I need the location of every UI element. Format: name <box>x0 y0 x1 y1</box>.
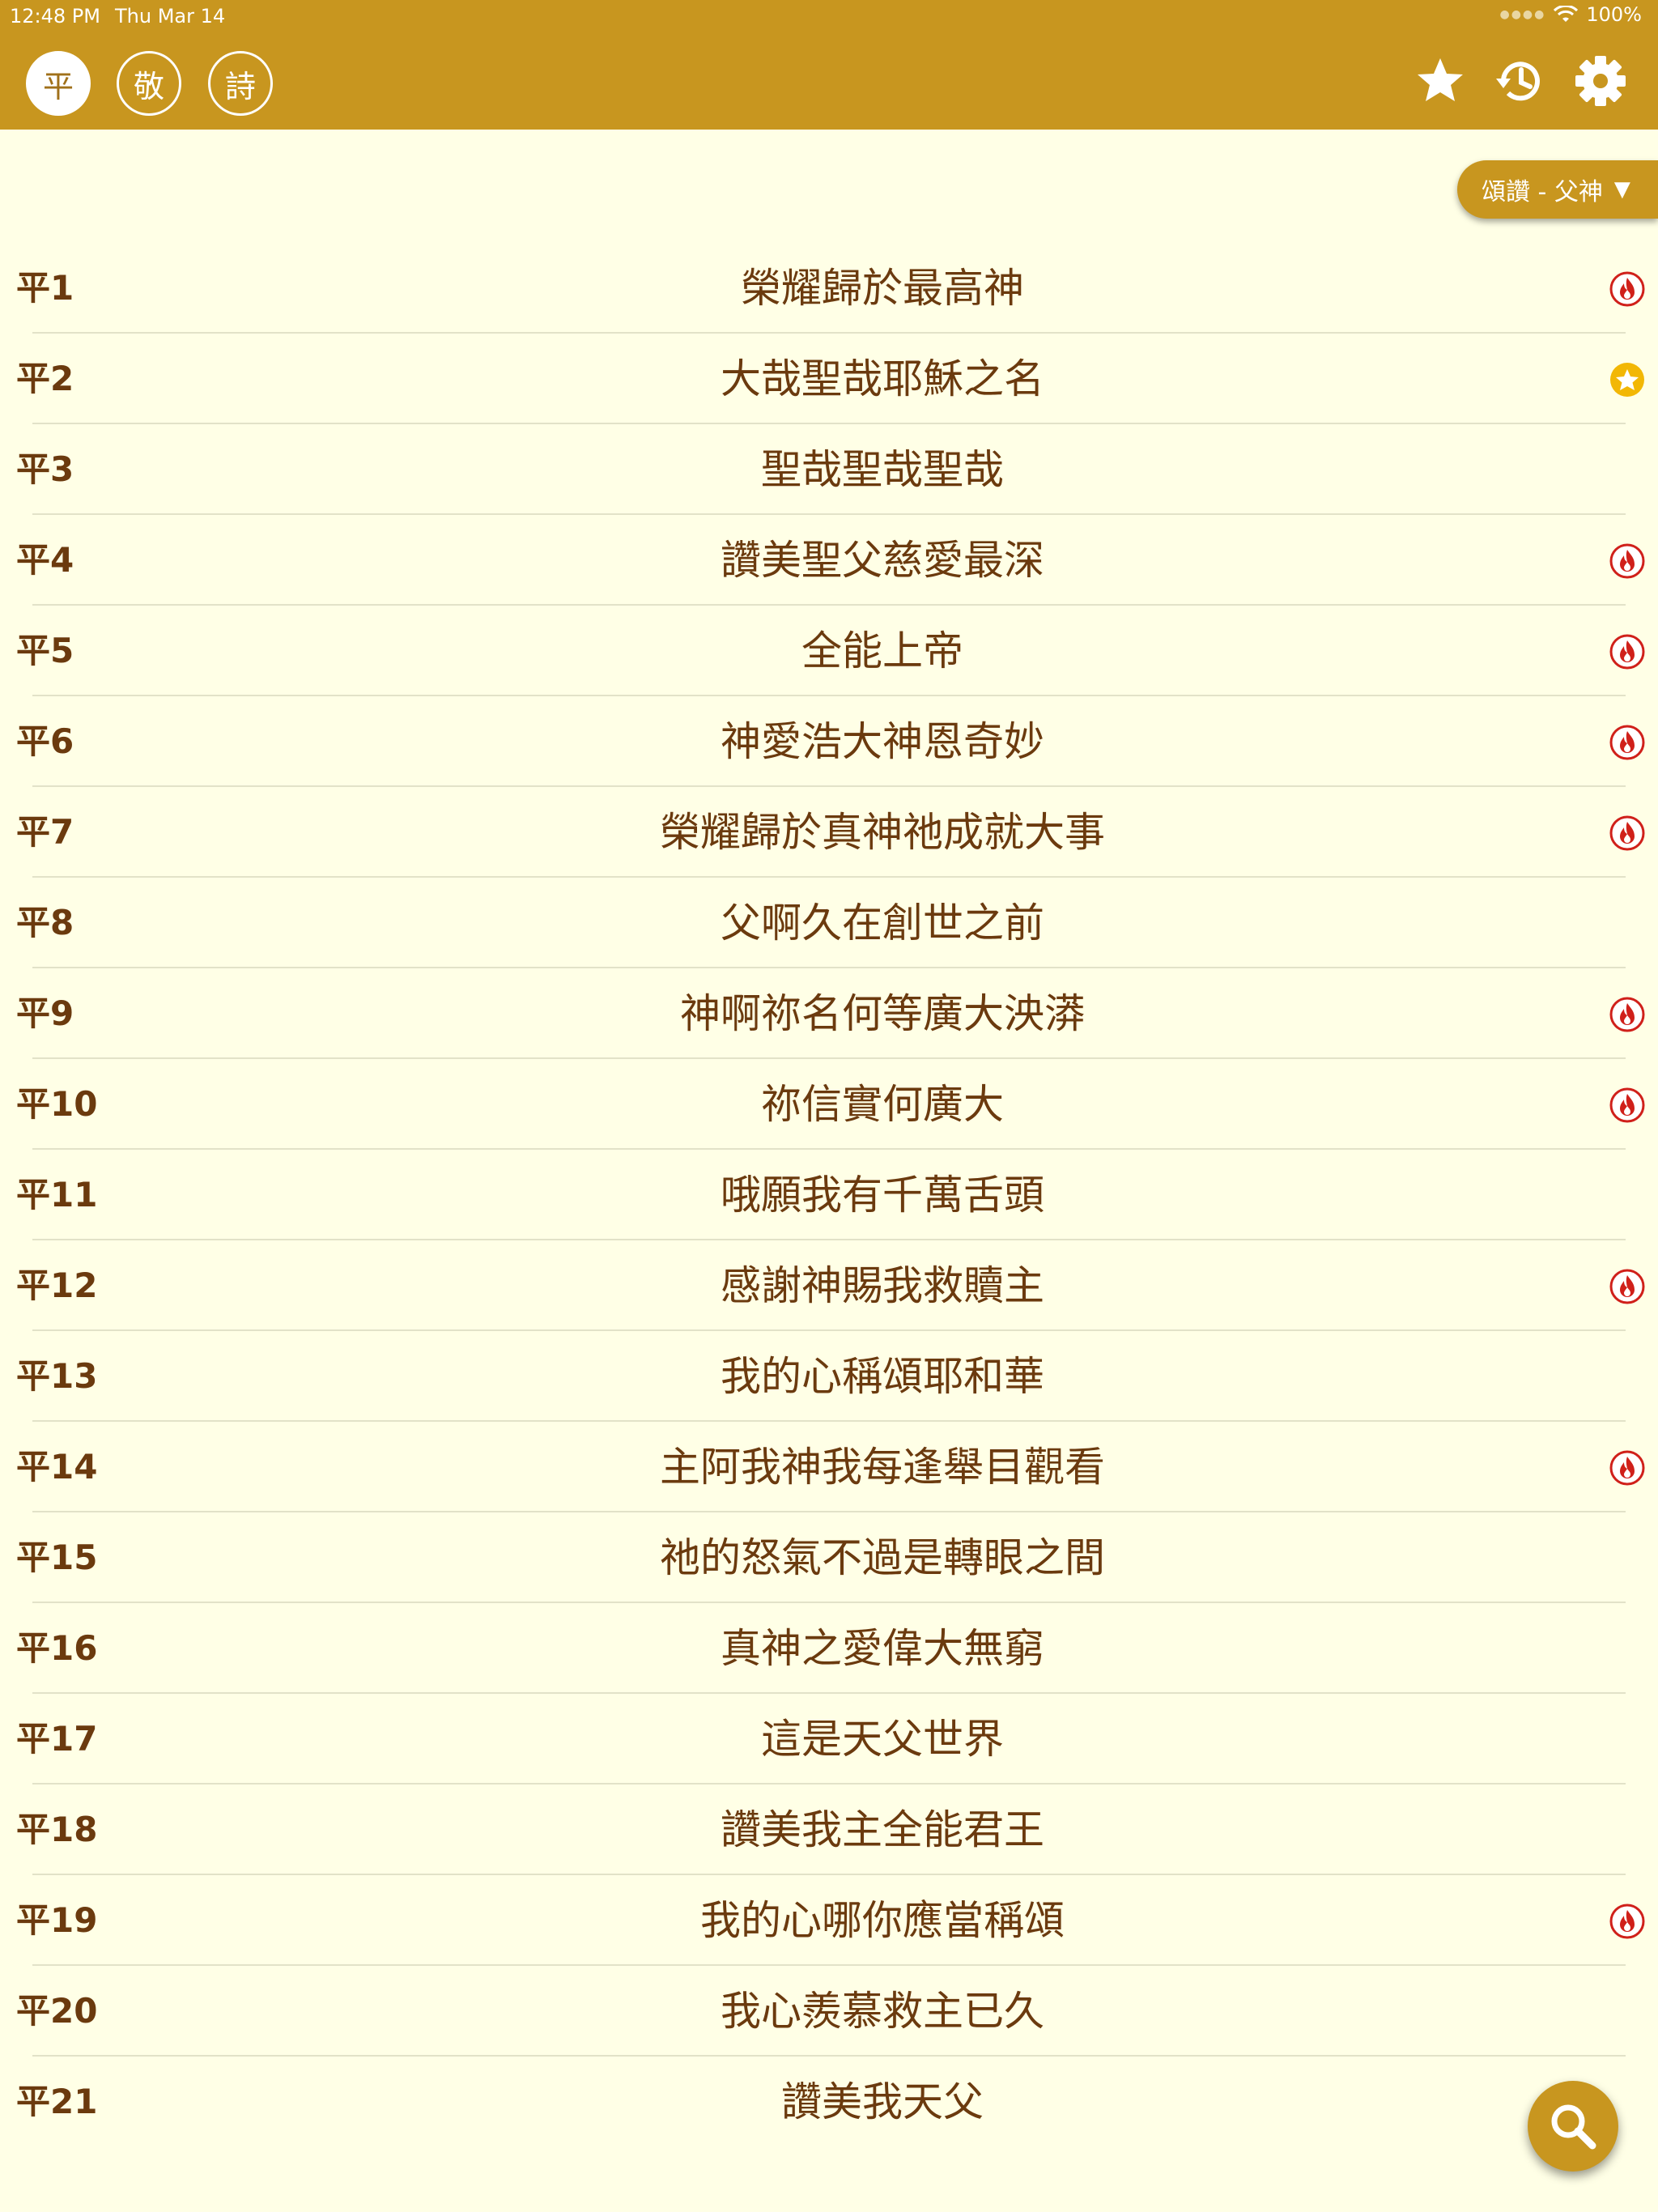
fire-icon <box>1609 1450 1645 1486</box>
hymn-number: 平2 <box>16 359 74 398</box>
hymn-title: 聖哉聖哉聖哉 <box>761 446 1004 493</box>
hymn-number: 平16 <box>16 1628 98 1668</box>
hymn-number: 平4 <box>16 540 74 580</box>
hymn-row[interactable]: 平10 祢信實何廣大 <box>0 1059 1658 1150</box>
hymn-title: 祢信實何廣大 <box>761 1081 1004 1128</box>
hymn-row[interactable]: 平12 感謝神賜我救贖主 <box>0 1240 1658 1331</box>
top-bar: 12:48 PM Thu Mar 14 ●●●● 100% 平 敬 詩 <box>0 0 1658 130</box>
hymn-row[interactable]: 平14 主阿我神我每逢舉目觀看 <box>0 1422 1658 1512</box>
status-indicators: ●●●● 100% <box>1500 3 1643 26</box>
hymn-row[interactable]: 平2 大哉聖哉耶穌之名 <box>0 334 1658 424</box>
hymn-number: 平14 <box>16 1447 98 1487</box>
fire-icon <box>1609 997 1645 1032</box>
fire-icon <box>1609 1904 1645 1939</box>
hymn-row[interactable]: 平6 神愛浩大神恩奇妙 <box>0 696 1658 787</box>
status-date: Thu Mar 14 <box>115 5 226 28</box>
search-button[interactable] <box>1528 2081 1618 2172</box>
hymn-number: 平8 <box>16 903 74 942</box>
category-filter-label: 頌讚 - 父神 <box>1482 178 1603 206</box>
hymn-number: 平20 <box>16 1991 98 2031</box>
fire-icon <box>1609 815 1645 851</box>
hymn-number: 平5 <box>16 631 74 670</box>
category-filter-dropdown[interactable]: 頌讚 - 父神 ▼ <box>1457 160 1658 219</box>
hymn-row[interactable]: 平7 榮耀歸於真神祂成就大事 <box>0 787 1658 878</box>
hymn-title: 榮耀歸於最高神 <box>741 265 1024 312</box>
hymn-number: 平18 <box>16 1810 98 1849</box>
hymn-title: 我的心稱頌耶和華 <box>721 1353 1044 1400</box>
hymn-title: 感謝神賜我救贖主 <box>721 1262 1044 1309</box>
wifi-icon <box>1554 6 1579 22</box>
hymn-row[interactable]: 平17 這是天父世界 <box>0 1694 1658 1784</box>
fire-icon <box>1609 1087 1645 1123</box>
tab-jing[interactable]: 敬 <box>117 51 181 116</box>
hymn-row[interactable]: 平1 榮耀歸於最高神 <box>0 243 1658 334</box>
hymn-title: 神愛浩大神恩奇妙 <box>721 718 1044 765</box>
hymn-number: 平12 <box>16 1266 98 1305</box>
hymn-row[interactable]: 平21 讚美我天父 <box>0 2057 1658 2147</box>
status-time: 12:48 PM <box>10 5 100 28</box>
battery-label: 100% <box>1586 3 1642 26</box>
hymn-row[interactable]: 平5 全能上帝 <box>0 606 1658 696</box>
fire-icon <box>1609 725 1645 760</box>
hymn-title: 讚美我主全能君王 <box>721 1806 1044 1853</box>
search-icon <box>1551 2104 1596 2150</box>
hymn-list: 平1 榮耀歸於最高神平2 大哉聖哉耶穌之名平3 聖哉聖哉聖哉平4 讚美聖父慈愛最深平5 全… <box>0 243 1658 2147</box>
hymn-title: 我心羨慕救主已久 <box>721 1988 1044 2035</box>
hymn-title: 全能上帝 <box>801 627 963 674</box>
hymn-title: 神啊祢名何等廣大泱漭 <box>680 990 1085 1037</box>
hymn-number: 平19 <box>16 1900 98 1940</box>
hymn-number: 平7 <box>16 812 74 852</box>
hymn-number: 平13 <box>16 1356 98 1396</box>
hymn-row[interactable]: 平11 哦願我有千萬舌頭 <box>0 1150 1658 1240</box>
hymn-row[interactable]: 平3 聖哉聖哉聖哉 <box>0 424 1658 515</box>
history-icon[interactable] <box>1492 53 1547 108</box>
caret-down-icon: ▼ <box>1613 177 1630 202</box>
hymn-row[interactable]: 平19 我的心哪你應當稱頌 <box>0 1875 1658 1966</box>
fire-icon <box>1609 543 1645 579</box>
star-badge-icon <box>1610 363 1644 397</box>
hymn-number: 平6 <box>16 721 74 761</box>
hymn-title: 我的心哪你應當稱頌 <box>700 1897 1065 1944</box>
hymn-row[interactable]: 平20 我心羨慕救主已久 <box>0 1966 1658 2057</box>
hymn-row[interactable]: 平8 父啊久在創世之前 <box>0 878 1658 968</box>
app-root: 12:48 PM Thu Mar 14 ●●●● 100% 平 敬 詩 頌讚 -… <box>0 0 1658 2212</box>
tab-ping[interactable]: 平 <box>26 51 91 116</box>
signal-icon: ●●●● <box>1499 8 1546 21</box>
hymn-title: 真神之愛偉大無窮 <box>721 1625 1044 1672</box>
hymn-row[interactable]: 平18 讚美我主全能君王 <box>0 1784 1658 1875</box>
hymn-title: 讚美聖父慈愛最深 <box>721 537 1044 584</box>
hymn-number: 平10 <box>16 1084 98 1124</box>
hymn-number: 平11 <box>16 1175 98 1214</box>
hymn-number: 平1 <box>16 268 74 308</box>
hymn-number: 平9 <box>16 993 74 1033</box>
hymn-number: 平21 <box>16 2082 98 2121</box>
hymn-title: 祂的怒氣不過是轉眼之間 <box>660 1534 1105 1581</box>
hymn-row[interactable]: 平16 真神之愛偉大無窮 <box>0 1603 1658 1694</box>
hymn-number: 平15 <box>16 1538 98 1577</box>
hymn-title: 主阿我神我每逢舉目觀看 <box>660 1444 1105 1491</box>
hymn-title: 讚美我天父 <box>781 2078 984 2125</box>
hymn-number: 平17 <box>16 1719 98 1759</box>
fire-icon <box>1609 634 1645 670</box>
hymn-title: 父啊久在創世之前 <box>721 900 1044 946</box>
hymn-number: 平3 <box>16 449 74 489</box>
fire-icon <box>1609 1269 1645 1304</box>
hymn-row[interactable]: 平15 祂的怒氣不過是轉眼之間 <box>0 1512 1658 1603</box>
hymn-title: 大哉聖哉耶穌之名 <box>721 355 1044 402</box>
tab-shi[interactable]: 詩 <box>208 51 273 116</box>
gear-icon[interactable] <box>1573 53 1628 108</box>
hymn-row[interactable]: 平4 讚美聖父慈愛最深 <box>0 515 1658 606</box>
hymn-row[interactable]: 平13 我的心稱頌耶和華 <box>0 1331 1658 1422</box>
hymn-title: 哦願我有千萬舌頭 <box>721 1172 1044 1219</box>
hymn-title: 榮耀歸於真神祂成就大事 <box>660 809 1105 856</box>
fire-icon <box>1609 271 1645 307</box>
hymn-title: 這是天父世界 <box>761 1716 1004 1763</box>
star-icon[interactable] <box>1413 53 1468 108</box>
hymn-row[interactable]: 平9 神啊祢名何等廣大泱漭 <box>0 968 1658 1059</box>
